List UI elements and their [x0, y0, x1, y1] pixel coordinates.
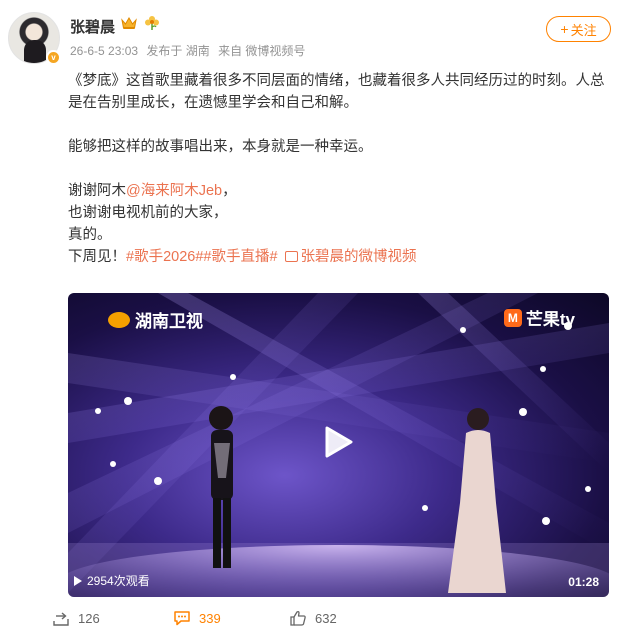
plus-icon: +: [560, 21, 569, 37]
comment-count: 339: [199, 610, 221, 626]
hashtag-link[interactable]: #歌手2026#: [126, 249, 203, 265]
post-content: 《梦底》这首歌里藏着很多不同层面的情绪，也藏着很多人共同经历过的时刻。人总是在告…: [68, 70, 616, 268]
action-bar: 126 339 632: [0, 610, 619, 638]
hunan-tv-logo: 湖南卫视: [108, 307, 203, 332]
post-paragraph-2: 能够把这样的故事唱出来，本身就是一种幸运。: [68, 139, 373, 155]
post-source: 来自 微博视频号: [218, 44, 306, 58]
thanks-prefix: 谢谢阿木: [68, 183, 126, 199]
verified-badge-icon: v: [46, 50, 61, 65]
post-line-5: 真的。: [68, 227, 112, 243]
post-line-tags: 下周见！#歌手2026##歌手直播# 张碧晨的微博视频: [68, 246, 616, 268]
post-line-thanks: 谢谢阿木@海来阿木Jeb，: [68, 180, 616, 202]
video-link[interactable]: 张碧晨的微博视频: [301, 249, 417, 265]
follow-button[interactable]: + 关注: [546, 16, 611, 42]
crown-icon: [121, 17, 137, 29]
video-duration: 01:28: [568, 575, 599, 589]
mention-link[interactable]: @海来阿木Jeb: [126, 183, 222, 199]
post-paragraph-1: 《梦底》这首歌里藏着很多不同层面的情绪，也藏着很多人共同经历过的时刻。人总是在告…: [68, 73, 605, 111]
see-you-text: 下周见！: [68, 249, 126, 265]
like-icon: [290, 611, 306, 626]
like-count: 632: [315, 610, 337, 626]
flower-icon: [145, 16, 159, 30]
comment-button[interactable]: 339: [173, 610, 221, 626]
mango-tv-logo: M 芒果tv: [503, 305, 575, 330]
thanks-suffix: ，: [222, 183, 237, 199]
post-header: v 张碧晨 26-6-5 23:03 发布于 湖南 来自 微博视频号 + 关注: [8, 12, 611, 70]
hashtag-link[interactable]: #歌手直播#: [203, 249, 277, 265]
post-meta: 26-6-5 23:03 发布于 湖南 来自 微博视频号: [70, 42, 310, 59]
post-location: 发布于 湖南: [146, 44, 210, 58]
play-icon[interactable]: [324, 425, 354, 459]
user-name[interactable]: 张碧晨: [70, 16, 115, 37]
like-button[interactable]: 632: [289, 610, 337, 626]
video-player[interactable]: 湖南卫视 M 芒果tv 2954次观看 01:28: [68, 293, 609, 597]
comment-icon: [174, 611, 190, 626]
post-line-4: 也谢谢电视机前的大家，: [68, 205, 228, 221]
follow-label: 关注: [570, 22, 597, 38]
video-link-icon: [284, 251, 298, 262]
repost-count: 126: [78, 610, 100, 626]
view-count: 2954次观看: [74, 572, 150, 589]
repost-button[interactable]: 126: [52, 610, 100, 626]
repost-icon: [53, 612, 69, 626]
post-time[interactable]: 26-6-5 23:03: [70, 44, 138, 58]
